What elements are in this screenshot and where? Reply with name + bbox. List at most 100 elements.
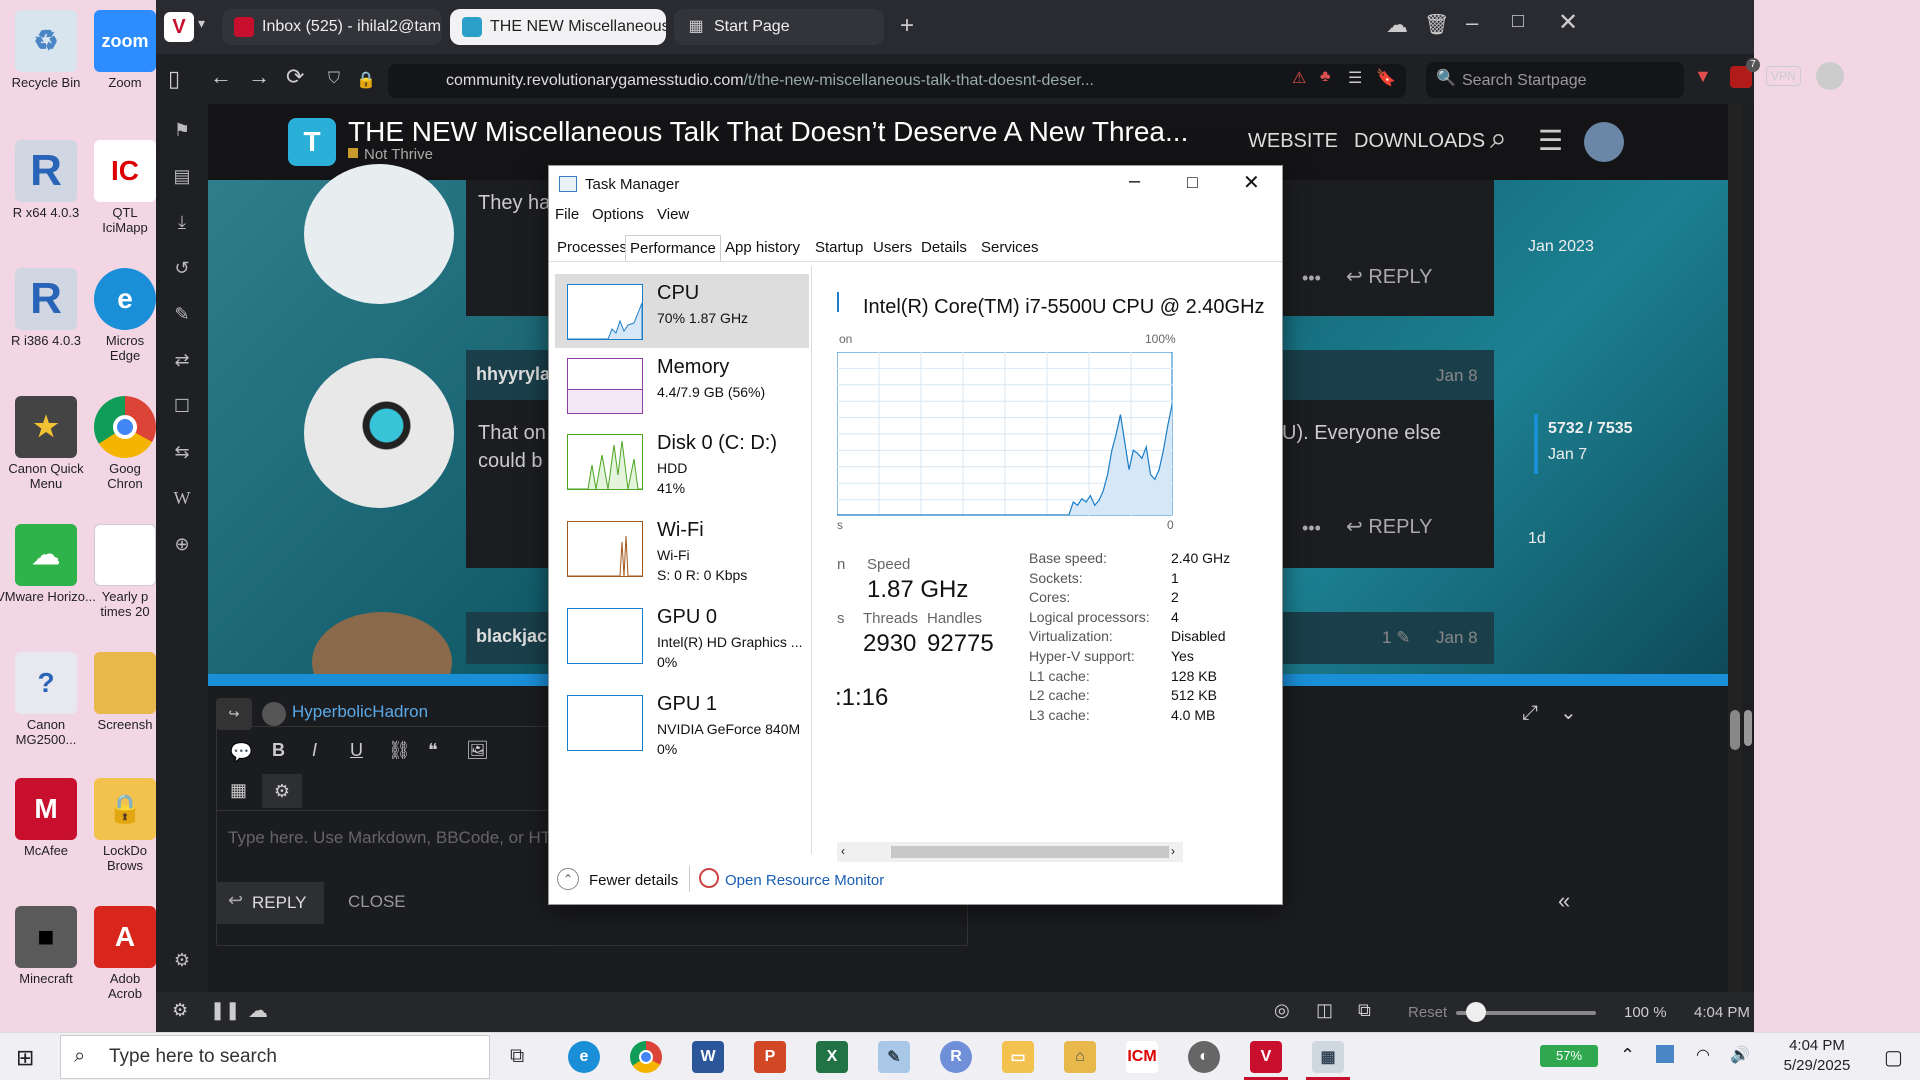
edit-count[interactable]: 1 ✎	[1382, 628, 1410, 648]
desktop-icon-recycle-bin[interactable]: ♻ Recycle Bin	[0, 10, 96, 91]
user-avatar[interactable]	[304, 358, 454, 508]
shield-icon[interactable]: ⛉	[328, 70, 340, 88]
page-actions-icon[interactable]: ⧉	[1358, 1000, 1371, 1021]
tab-miscellaneous-talk[interactable]: THE NEW Miscellaneous Ta	[450, 9, 666, 45]
chevron-up-icon[interactable]: ⌃	[1620, 1045, 1635, 1066]
lockdown-browser-icon[interactable]: ⌂	[1064, 1041, 1096, 1073]
history-icon[interactable]: ↺	[170, 258, 194, 282]
close-composer-button[interactable]: CLOSE	[348, 892, 406, 912]
translate-icon[interactable]: ⇄	[170, 350, 194, 374]
resource-disk[interactable]: Disk 0 (C: D:) HDD 41%	[555, 424, 809, 498]
r-icon[interactable]: R	[940, 1041, 972, 1073]
maximize-button[interactable]: □	[1512, 10, 1524, 33]
chevron-down-icon[interactable]: ▾	[198, 15, 205, 32]
resource-gpu1[interactable]: GPU 1 NVIDIA GeForce 840M 0%	[555, 685, 809, 759]
trash-icon[interactable]: 🗑	[1424, 12, 1449, 37]
minimize-button[interactable]: –	[1129, 170, 1140, 193]
user-avatar[interactable]	[304, 164, 454, 304]
scrollbar-thumb[interactable]	[891, 846, 1169, 858]
extension-icon[interactable]: ♣	[1320, 68, 1331, 86]
image-icon[interactable]: 🖼	[466, 740, 489, 761]
topic-title[interactable]: THE NEW Miscellaneous Talk That Doesn’t …	[348, 116, 1188, 148]
excel-icon[interactable]: X	[816, 1041, 848, 1073]
scroll-right-icon[interactable]: ›	[1171, 844, 1175, 858]
collapse-icon[interactable]: ⌄	[1560, 700, 1577, 725]
resource-wifi[interactable]: Wi-Fi Wi-Fi S: 0 R: 0 Kbps	[555, 511, 809, 585]
vivaldi-menu-icon[interactable]: V	[164, 12, 194, 42]
forward-button[interactable]: →	[248, 64, 270, 90]
vpn-button[interactable]: VPN	[1766, 66, 1801, 86]
bold-icon[interactable]: B	[272, 740, 285, 761]
post-username[interactable]: blackjack	[476, 626, 557, 647]
quote-icon[interactable]: 💬	[230, 742, 252, 763]
desktop-icon-canon-quick-menu[interactable]: ★ Canon Quick Menu	[0, 396, 96, 492]
screenshot-icon[interactable]: ◎	[1274, 1000, 1290, 1021]
desktop-icon-qtl[interactable]: IC QTL IciMapp	[94, 140, 156, 236]
chrome-icon[interactable]	[630, 1041, 662, 1073]
bookmarks-icon[interactable]: ⚑	[170, 120, 194, 144]
timeline-start[interactable]: Jan 2023	[1528, 238, 1594, 256]
new-tab-button[interactable]: +	[900, 12, 914, 40]
notifications-icon[interactable]: ▢	[1884, 1045, 1903, 1070]
calendar-icon[interactable]: ▦	[230, 780, 247, 801]
post-date[interactable]: Jan 8	[1436, 628, 1478, 648]
task-view-icon[interactable]: ⧉	[510, 1045, 524, 1068]
gear-icon[interactable]: ⚙	[262, 774, 302, 808]
app-icon[interactable]: ✎	[878, 1041, 910, 1073]
desktop-icon-minecraft[interactable]: ■ Minecraft	[0, 906, 96, 987]
word-icon[interactable]: W	[692, 1041, 724, 1073]
reload-button[interactable]: ⟳	[286, 64, 304, 90]
underline-icon[interactable]: U	[350, 740, 363, 761]
blockquote-icon[interactable]: ❝	[428, 740, 438, 761]
site-logo[interactable]: T	[288, 118, 336, 166]
reading-list-icon[interactable]: ▤	[170, 166, 194, 190]
profile-avatar[interactable]	[1816, 62, 1844, 90]
fewer-details-button[interactable]: Fewer details	[589, 872, 678, 889]
chevron-up-icon[interactable]: ⌃	[557, 868, 579, 890]
minimize-button[interactable]: –	[1466, 10, 1478, 36]
resource-cpu[interactable]: CPU 70% 1.87 GHz	[555, 274, 809, 348]
desktop-icon-edge[interactable]: e Micros Edge	[94, 268, 156, 364]
battery-indicator[interactable]: 57%	[1540, 1045, 1598, 1067]
category-label[interactable]: Not Thrive	[364, 146, 433, 163]
tab-services[interactable]: Services	[977, 235, 1043, 261]
reply-button[interactable]: ↩ REPLY	[1346, 264, 1432, 289]
nav-downloads[interactable]: DOWNLOADS	[1354, 130, 1485, 153]
tab-inbox[interactable]: Inbox (525) - ihilal2@tamu...	[222, 9, 442, 45]
desktop-icon-vmware[interactable]: ☁ VMware Horizo...	[0, 524, 96, 605]
tab-details[interactable]: Details	[917, 235, 971, 261]
browser-scrollbar-thumb[interactable]	[1744, 710, 1752, 746]
task-manager-icon[interactable]: ▦	[1312, 1041, 1344, 1073]
desktop-icon-r-x64[interactable]: RR x64 4.0.3	[0, 140, 96, 221]
scrollbar-thumb[interactable]	[1730, 710, 1740, 750]
zoom-reset-button[interactable]: Reset	[1408, 1004, 1447, 1021]
post-username[interactable]: hhyyrylai	[476, 364, 555, 385]
extension-icon[interactable]: ▼	[1694, 66, 1712, 87]
tiling-icon[interactable]: ◫	[1316, 1000, 1333, 1021]
maximize-button[interactable]: □	[1187, 172, 1198, 193]
desktop-icon-screenshots[interactable]: Screensh	[94, 652, 156, 733]
timeline-handle[interactable]	[1534, 414, 1538, 474]
tab-start-page[interactable]: ▦ Start Page	[674, 9, 884, 45]
double-chevron-left-icon[interactable]: «	[1558, 888, 1570, 914]
window-panel-icon[interactable]: ☐	[170, 396, 194, 420]
close-button[interactable]: ✕	[1243, 170, 1260, 195]
panel-toggle-icon[interactable]: ▯	[168, 66, 180, 92]
wifi-icon[interactable]: ◠	[1696, 1045, 1710, 1065]
tab-users[interactable]: Users	[869, 235, 916, 261]
taskbar-search-input[interactable]: Type here to search	[60, 1035, 490, 1079]
wikipedia-icon[interactable]: W	[170, 488, 194, 512]
close-button[interactable]: ✕	[1558, 8, 1578, 37]
tab-performance[interactable]: Performance	[625, 235, 721, 261]
bookmark-icon[interactable]: 🔖	[1376, 68, 1396, 88]
volume-icon[interactable]: 🔊	[1730, 1045, 1750, 1065]
taskbar-time[interactable]: 4:04 PM	[1772, 1037, 1862, 1054]
add-panel-icon[interactable]: ⊕	[170, 534, 194, 558]
desktop-icon-chrome[interactable]: Goog Chron	[94, 396, 156, 492]
reply-to-user[interactable]: HyperbolicHadron	[292, 702, 428, 722]
search-icon[interactable]: ⌕	[1490, 122, 1507, 156]
tab-app-history[interactable]: App history	[721, 235, 804, 261]
more-icon[interactable]: •••	[1302, 518, 1321, 539]
menu-options[interactable]: Options	[592, 206, 644, 223]
back-button[interactable]: ←	[210, 64, 232, 90]
